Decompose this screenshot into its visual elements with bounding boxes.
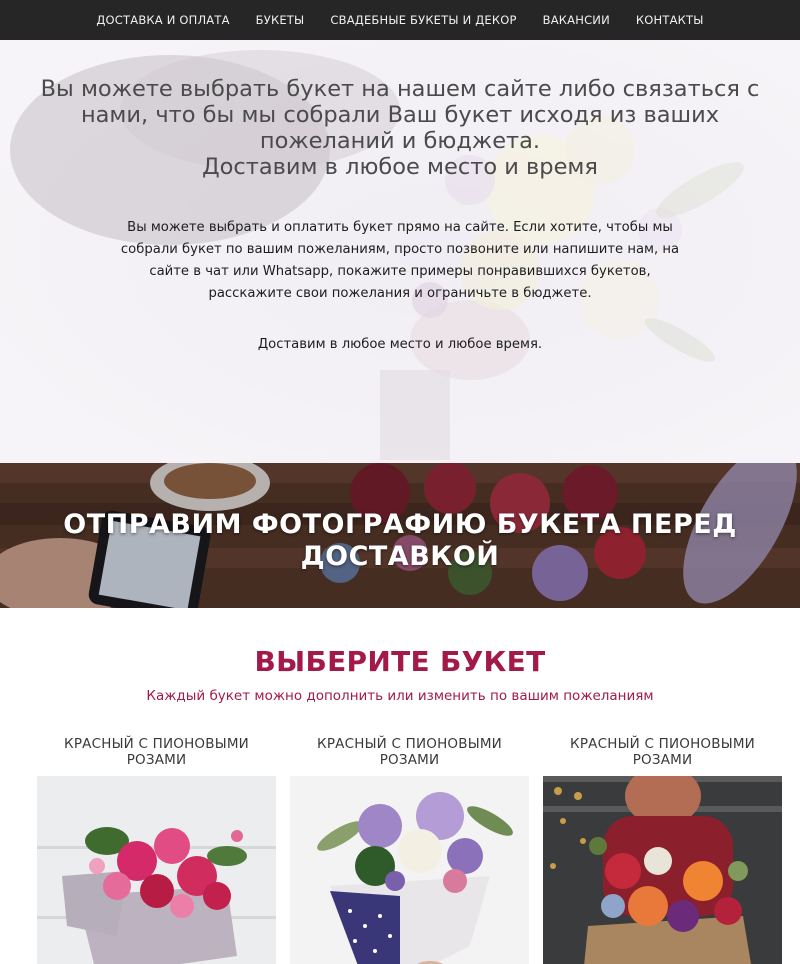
- product-name[interactable]: КРАСНЫЙ С ПИОНОВЫМИ РОЗАМИ: [37, 736, 276, 776]
- photo-banner: ОТПРАВИМ ФОТОГРАФИЮ БУКЕТА ПЕРЕД ДОСТАВК…: [0, 463, 800, 608]
- product-image[interactable]: [290, 776, 529, 964]
- hero-heading-line: Доставим в любое место и время: [202, 154, 598, 180]
- product-name-line: РОЗАМИ: [379, 752, 440, 768]
- banner-title-line: ДОСТАВКОЙ: [300, 541, 500, 572]
- banner-title-line: ОТПРАВИМ ФОТОГРАФИЮ БУКЕТА ПЕРЕД: [63, 509, 737, 540]
- product-name-line: КРАСНЫЙ С ПИОНОВЫМИ: [317, 736, 502, 752]
- product-name[interactable]: КРАСНЫЙ С ПИОНОВЫМИ РОЗАМИ: [543, 736, 782, 776]
- product-image[interactable]: [37, 776, 276, 964]
- nav-delivery-link[interactable]: ДОСТАВКА И ОПЛАТА: [83, 0, 242, 40]
- catalog-title: ВЫБЕРИТЕ БУКЕТ: [254, 645, 546, 678]
- product-card[interactable]: КРАСНЫЙ С ПИОНОВЫМИ РОЗАМИ: [290, 736, 529, 964]
- hero-description: Вы можете выбрать и оплатить букет прямо…: [120, 220, 680, 301]
- catalog-subtitle: Каждый букет можно дополнить или изменит…: [146, 688, 654, 704]
- product-name-line: РОЗАМИ: [632, 752, 693, 768]
- product-name-line: РОЗАМИ: [126, 752, 187, 768]
- hero-delivery-note: Доставим в любое место и любое время.: [257, 337, 543, 352]
- product-name[interactable]: КРАСНЫЙ С ПИОНОВЫМИ РОЗАМИ: [290, 736, 529, 776]
- nav-contacts-link[interactable]: КОНТАКТЫ: [623, 0, 717, 40]
- nav-wedding-link[interactable]: СВАДЕБНЫЕ БУКЕТЫ И ДЕКОР: [317, 0, 529, 40]
- nav-vacancies-link[interactable]: ВАКАНСИИ: [530, 0, 623, 40]
- hero-section: Вы можете выбрать букет на нашем сайте л…: [0, 40, 800, 463]
- product-card[interactable]: КРАСНЫЙ С ПИОНОВЫМИ РОЗАМИ: [543, 736, 782, 964]
- main-nav: ДОСТАВКА И ОПЛАТА БУКЕТЫ СВАДЕБНЫЕ БУКЕТ…: [0, 0, 800, 40]
- banner-title: ОТПРАВИМ ФОТОГРАФИЮ БУКЕТА ПЕРЕД ДОСТАВК…: [60, 509, 740, 573]
- product-name-line: КРАСНЫЙ С ПИОНОВЫМИ: [570, 736, 755, 752]
- hero-heading-line: Вы можете выбрать букет на нашем сайте л…: [40, 76, 760, 102]
- product-image[interactable]: [543, 776, 782, 964]
- hero-heading-line: нами, что бы мы собрали Ваш букет исходя…: [80, 102, 720, 128]
- hero-heading-line: пожеланий и бюджета.: [259, 128, 541, 154]
- hero-heading: Вы можете выбрать букет на нашем сайте л…: [40, 76, 760, 180]
- product-card[interactable]: КРАСНЫЙ С ПИОНОВЫМИ РОЗАМИ: [37, 736, 276, 964]
- product-name-line: КРАСНЫЙ С ПИОНОВЫМИ: [64, 736, 249, 752]
- nav-bouquets-link[interactable]: БУКЕТЫ: [243, 0, 318, 40]
